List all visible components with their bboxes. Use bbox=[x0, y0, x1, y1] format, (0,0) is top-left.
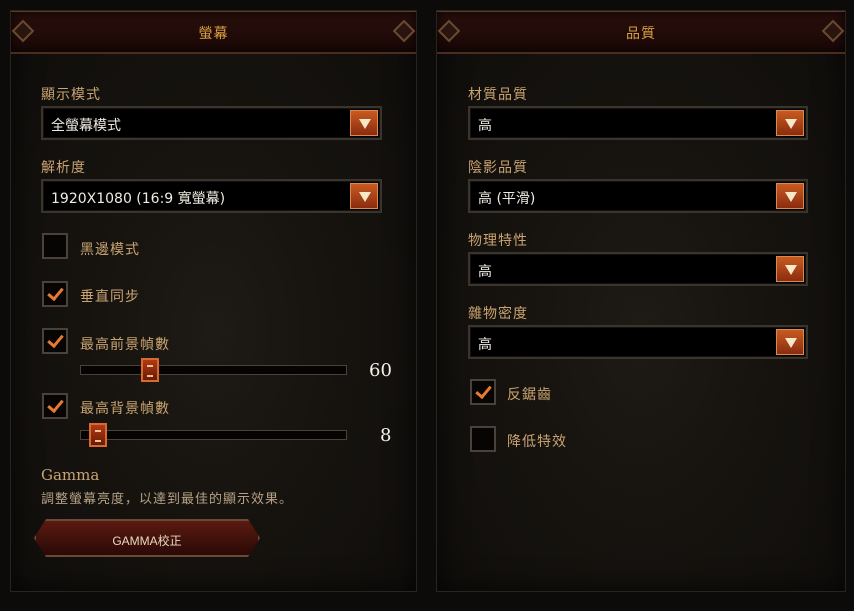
gamma-calibration-button[interactable]: GAMMA校正 bbox=[34, 519, 260, 557]
letterbox-checkbox[interactable] bbox=[42, 233, 68, 259]
resolution-label: 解析度 bbox=[41, 160, 86, 176]
quality-panel-header: 品質 bbox=[437, 11, 845, 54]
chevron-down-icon[interactable] bbox=[776, 183, 804, 209]
shadow-quality-value: 高 (平滑) bbox=[478, 191, 536, 207]
clutter-density-label: 雜物密度 bbox=[468, 306, 528, 322]
gamma-title: Gamma bbox=[41, 466, 100, 484]
quality-panel-title: 品質 bbox=[626, 26, 656, 42]
physics-label: 物理特性 bbox=[468, 233, 528, 249]
vsync-checkbox[interactable] bbox=[42, 281, 68, 307]
max-bg-fps-slider-handle[interactable] bbox=[89, 423, 107, 447]
max-bg-fps-checkbox[interactable] bbox=[42, 393, 68, 419]
antialiasing-checkbox[interactable] bbox=[470, 379, 496, 405]
physics-dropdown[interactable]: 高 bbox=[468, 252, 808, 286]
texture-quality-label: 材質品質 bbox=[468, 87, 528, 103]
max-fg-fps-slider-handle[interactable] bbox=[141, 358, 159, 382]
max-fg-fps-label: 最高前景幀數 bbox=[80, 337, 170, 353]
display-mode-dropdown[interactable]: 全螢幕模式 bbox=[41, 106, 382, 140]
max-fg-fps-checkbox[interactable] bbox=[42, 328, 68, 354]
antialiasing-label: 反鋸齒 bbox=[507, 387, 552, 403]
max-fg-fps-value: 60 bbox=[369, 360, 392, 381]
low-fx-checkbox[interactable] bbox=[470, 426, 496, 452]
gamma-button-label: GAMMA校正 bbox=[112, 534, 182, 548]
max-fg-fps-slider[interactable] bbox=[80, 365, 347, 375]
max-bg-fps-label: 最高背景幀數 bbox=[80, 401, 170, 417]
resolution-value: 1920X1080 (16:9 寬螢幕) bbox=[51, 191, 226, 207]
physics-value: 高 bbox=[478, 264, 492, 280]
display-panel-title: 螢幕 bbox=[198, 26, 229, 42]
letterbox-label: 黑邊模式 bbox=[80, 242, 140, 258]
max-bg-fps-slider[interactable] bbox=[80, 430, 347, 440]
display-mode-label: 顯示模式 bbox=[41, 87, 101, 103]
resolution-dropdown[interactable]: 1920X1080 (16:9 寬螢幕) bbox=[41, 179, 382, 213]
vsync-label: 垂直同步 bbox=[80, 289, 140, 305]
clutter-density-value: 高 bbox=[478, 337, 492, 353]
chevron-down-icon[interactable] bbox=[350, 110, 378, 136]
chevron-down-icon[interactable] bbox=[350, 183, 378, 209]
max-bg-fps-value: 8 bbox=[380, 425, 392, 446]
gamma-description: 調整螢幕亮度，以達到最佳的顯示效果。 bbox=[41, 492, 294, 507]
shadow-quality-dropdown[interactable]: 高 (平滑) bbox=[468, 179, 808, 213]
chevron-down-icon[interactable] bbox=[776, 110, 804, 136]
shadow-quality-label: 陰影品質 bbox=[468, 160, 528, 176]
clutter-density-dropdown[interactable]: 高 bbox=[468, 325, 808, 359]
chevron-down-icon[interactable] bbox=[776, 329, 804, 355]
texture-quality-value: 高 bbox=[478, 118, 492, 134]
display-mode-value: 全螢幕模式 bbox=[51, 118, 121, 134]
chevron-down-icon[interactable] bbox=[776, 256, 804, 282]
low-fx-label: 降低特效 bbox=[507, 434, 567, 450]
texture-quality-dropdown[interactable]: 高 bbox=[468, 106, 808, 140]
display-panel-header: 螢幕 bbox=[11, 11, 416, 54]
